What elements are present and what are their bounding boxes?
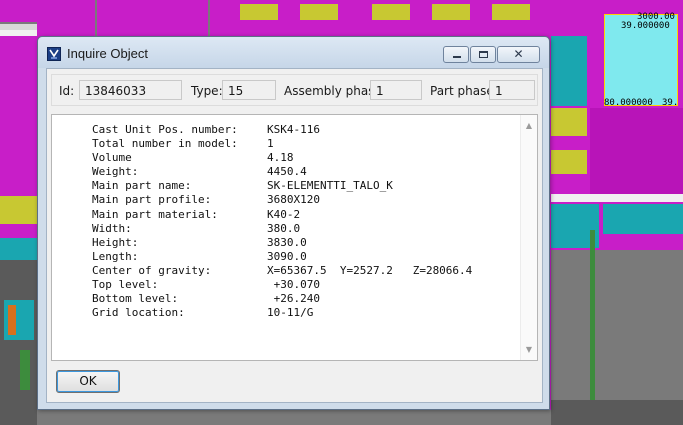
assembly-phase-field[interactable]: 1 [370,80,422,100]
report-row: Top level: +30.070 [92,278,320,292]
ok-button[interactable]: OK [56,370,120,393]
report-row: Volume 4.18 [92,151,294,165]
report-row: Main part profile: 3680X120 [92,193,320,207]
report-text-area[interactable]: Cast Unit Pos. number: KSK4-116 Total num… [51,114,538,361]
report-row: Center of gravity: X=65367.5 Y=2527.2 Z=2… [92,263,473,277]
window-title: Inquire Object [67,46,148,61]
maximize-button[interactable] [470,46,496,63]
part-phase-field[interactable]: 1 [489,80,535,100]
app-icon [47,47,61,61]
type-field[interactable]: 15 [222,80,276,100]
report-row: Main part material: K40-2 [92,207,301,221]
type-label: Type: [191,84,223,98]
report-row: Total number in model: 1 [92,137,274,151]
report-row: Length: 3090.0 [92,249,307,263]
dialog-client-area: Id: 13846033 Type: 15 Assembly phase: 1 … [46,68,543,403]
dimension-label: 39. [662,98,679,108]
vertical-scrollbar[interactable]: ▲ ▼ [520,115,537,360]
report-row: Bottom level: +26.240 [92,292,320,306]
minimize-icon [453,56,461,58]
scroll-up-arrow-icon[interactable]: ▲ [521,117,537,134]
close-icon: ✕ [513,47,524,61]
report-row: Grid location: 10-11/G [92,306,314,320]
maximize-icon [479,51,488,58]
report-row: Width: 380.0 [92,221,301,235]
report-row: Cast Unit Pos. number: KSK4-116 [92,123,320,136]
title-bar[interactable]: Inquire Object ✕ [38,37,549,68]
dimension-label: 80.000000 [604,98,653,108]
report-row: Weight: 4450.4 [92,165,307,179]
report-rows: Cast Unit Pos. number: KSK4-116 Total num… [52,123,519,320]
report-row: Height: 3830.0 [92,235,307,249]
part-phase-label: Part phase: [430,84,498,98]
id-label: Id: [59,84,75,98]
dimension-label: 39.000000 [621,21,670,31]
id-field[interactable]: 13846033 [79,80,182,100]
inquire-object-dialog: Inquire Object ✕ Id: 13846033 Type: 15 A… [37,36,550,410]
report-row: Main part name: SK-ELEMENTTI_TALO_K [92,179,393,193]
minimize-button[interactable] [443,46,469,63]
scroll-down-arrow-icon[interactable]: ▼ [521,341,537,358]
close-button[interactable]: ✕ [497,46,540,63]
identity-fields-group: Id: 13846033 Type: 15 Assembly phase: 1 … [51,74,538,106]
